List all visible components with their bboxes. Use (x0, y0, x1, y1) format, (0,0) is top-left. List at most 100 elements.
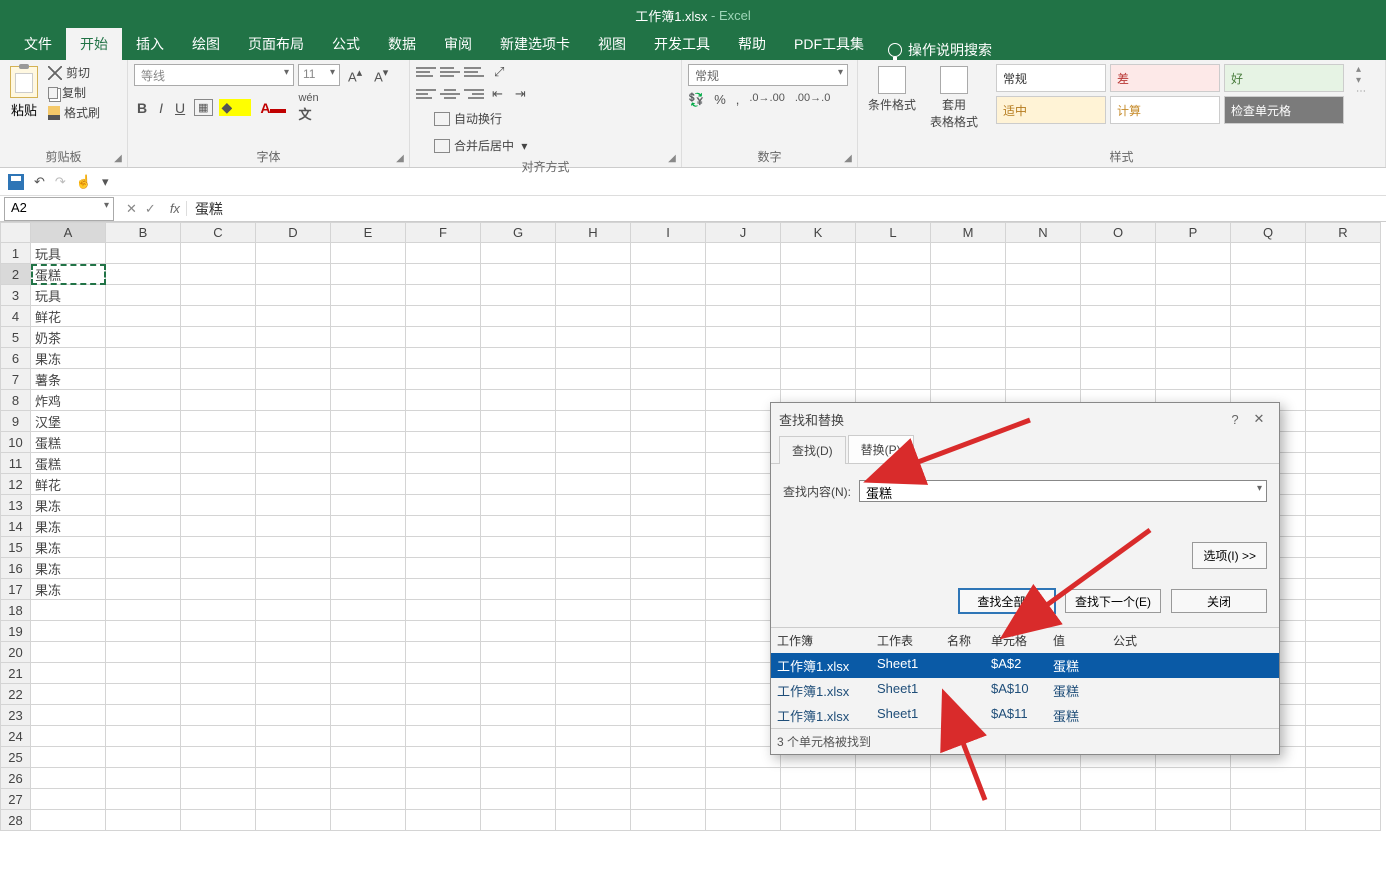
cell[interactable] (331, 327, 406, 348)
cell[interactable] (481, 327, 556, 348)
cell[interactable] (331, 621, 406, 642)
style-cell[interactable]: 适中 (996, 96, 1106, 124)
result-row[interactable]: 工作簿1.xlsxSheet1$A$10蛋糕 (771, 678, 1279, 703)
cell[interactable] (856, 348, 931, 369)
cell[interactable] (256, 747, 331, 768)
cell[interactable]: 鲜花 (31, 474, 106, 495)
cell[interactable] (106, 306, 181, 327)
number-launcher[interactable]: ◢ (841, 151, 855, 165)
cell[interactable] (556, 558, 631, 579)
tab-formulas[interactable]: 公式 (318, 28, 374, 60)
cell[interactable] (1306, 747, 1381, 768)
cell[interactable] (106, 579, 181, 600)
cell[interactable] (331, 768, 406, 789)
cell[interactable] (1006, 789, 1081, 810)
indent-dec-button[interactable]: ⇤ (488, 86, 507, 102)
cell[interactable] (406, 663, 481, 684)
bold-button[interactable]: B (134, 100, 150, 116)
select-all-corner[interactable] (1, 223, 31, 243)
cell[interactable] (256, 285, 331, 306)
cell[interactable] (931, 789, 1006, 810)
cell[interactable] (331, 390, 406, 411)
cell[interactable] (256, 621, 331, 642)
cell[interactable]: 玩具 (31, 243, 106, 264)
cell[interactable] (31, 663, 106, 684)
cell[interactable] (631, 243, 706, 264)
cell[interactable] (1081, 306, 1156, 327)
tab-custom[interactable]: 新建选项卡 (486, 28, 584, 60)
cell[interactable] (1156, 810, 1231, 831)
close-button[interactable]: 关闭 (1171, 589, 1267, 613)
format-painter-button[interactable]: 格式刷 (48, 104, 100, 121)
cell[interactable] (331, 705, 406, 726)
save-button[interactable] (8, 174, 24, 190)
cell[interactable] (631, 600, 706, 621)
cell[interactable] (706, 369, 781, 390)
cell[interactable] (331, 810, 406, 831)
dialog-titlebar[interactable]: 查找和替换 ? ✕ (771, 403, 1279, 435)
cell[interactable] (781, 768, 856, 789)
tab-layout[interactable]: 页面布局 (234, 28, 318, 60)
cell[interactable] (256, 348, 331, 369)
row-header[interactable]: 22 (1, 684, 31, 705)
cell[interactable]: 鲜花 (31, 306, 106, 327)
cell[interactable] (1306, 285, 1381, 306)
cell[interactable] (706, 285, 781, 306)
cell[interactable] (31, 621, 106, 642)
cell[interactable] (931, 306, 1006, 327)
cell[interactable] (856, 285, 931, 306)
style-cell[interactable]: 差 (1110, 64, 1220, 92)
cell[interactable] (931, 243, 1006, 264)
cell[interactable] (1231, 264, 1306, 285)
cell[interactable] (331, 537, 406, 558)
cell[interactable] (256, 768, 331, 789)
cell[interactable] (1306, 411, 1381, 432)
cell[interactable] (181, 621, 256, 642)
cell[interactable] (181, 684, 256, 705)
cell[interactable] (181, 768, 256, 789)
cell[interactable] (106, 411, 181, 432)
cut-button[interactable]: 剪切 (48, 64, 100, 81)
row-header[interactable]: 17 (1, 579, 31, 600)
cell[interactable] (481, 495, 556, 516)
cell[interactable] (331, 789, 406, 810)
cell[interactable] (31, 768, 106, 789)
cell[interactable] (631, 264, 706, 285)
column-header[interactable]: J (706, 223, 781, 243)
cell[interactable] (1306, 537, 1381, 558)
cell[interactable] (256, 516, 331, 537)
cell[interactable] (1156, 285, 1231, 306)
cell[interactable] (1156, 348, 1231, 369)
cell[interactable] (331, 516, 406, 537)
cell[interactable] (1156, 369, 1231, 390)
cell-styles-more[interactable]: ▴▾⋯ (1352, 64, 1370, 97)
tab-file[interactable]: 文件 (10, 28, 66, 60)
align-launcher[interactable]: ◢ (665, 151, 679, 165)
cell[interactable] (256, 411, 331, 432)
cell[interactable] (256, 369, 331, 390)
dec-decimal-button[interactable]: .00→.0 (795, 92, 830, 108)
cell[interactable] (106, 810, 181, 831)
cell[interactable] (406, 495, 481, 516)
cell[interactable] (331, 600, 406, 621)
column-header[interactable]: K (781, 223, 856, 243)
cell[interactable] (331, 495, 406, 516)
cell[interactable] (406, 411, 481, 432)
tab-dev[interactable]: 开发工具 (640, 28, 724, 60)
cell[interactable]: 蛋糕 (31, 432, 106, 453)
undo-button[interactable]: ↶ (34, 174, 45, 190)
row-header[interactable]: 11 (1, 453, 31, 474)
cell[interactable] (1306, 579, 1381, 600)
row-header[interactable]: 13 (1, 495, 31, 516)
cell[interactable] (556, 789, 631, 810)
cell[interactable] (1306, 432, 1381, 453)
underline-button[interactable]: U (172, 100, 188, 116)
cell[interactable] (106, 663, 181, 684)
cell[interactable] (1156, 264, 1231, 285)
cell[interactable] (1156, 243, 1231, 264)
cell[interactable] (181, 726, 256, 747)
cell[interactable] (631, 558, 706, 579)
cell[interactable] (1306, 642, 1381, 663)
cell[interactable] (106, 369, 181, 390)
cell[interactable] (106, 327, 181, 348)
